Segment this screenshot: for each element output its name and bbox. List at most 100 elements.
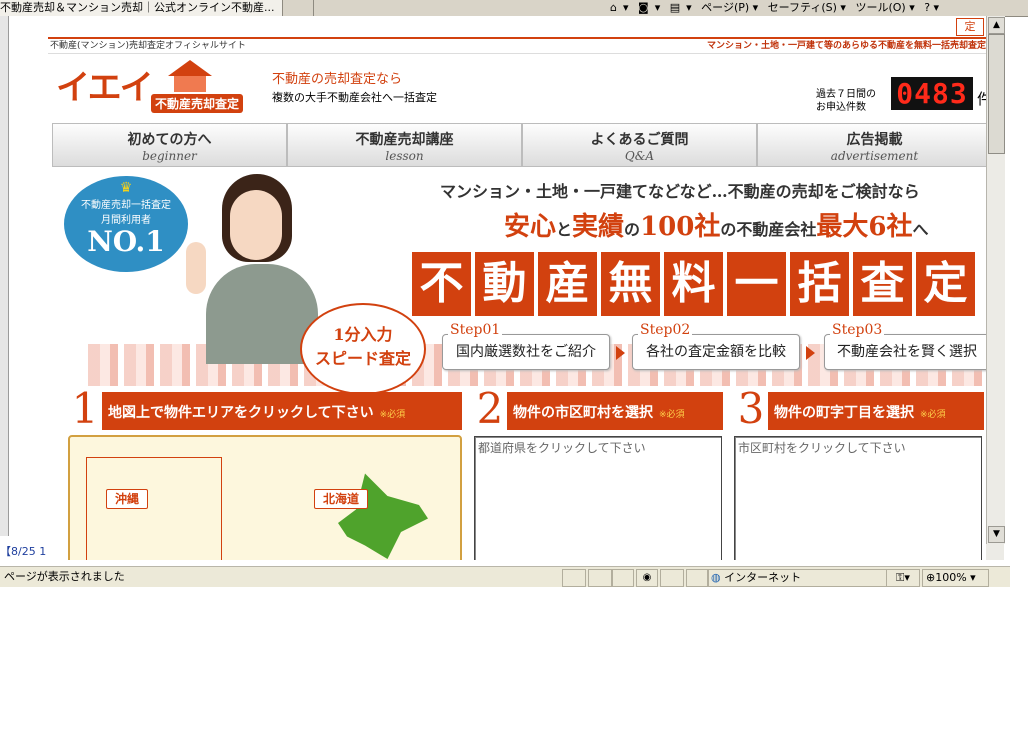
scroll-down-icon[interactable]: ▼ bbox=[988, 526, 1005, 543]
banner-char: 不 bbox=[412, 252, 471, 316]
headline-secondary: 安心と実績の100社の不動産会社最大6社へ bbox=[504, 206, 928, 243]
nav-item-label: よくあるご質問 bbox=[590, 132, 689, 148]
no1-badge: ♛ 不動産売却一括査定 月間利用者 NO.1 bbox=[64, 176, 188, 272]
outer-window-text: 【8/25 1 bbox=[0, 545, 47, 558]
rss-icon[interactable]: ◙ bbox=[638, 1, 649, 14]
application-counter: 0483 bbox=[891, 77, 973, 110]
section-number: 1 bbox=[68, 388, 102, 430]
headline-word: と bbox=[556, 220, 573, 239]
house-body-icon bbox=[174, 76, 206, 92]
section-title-text: 地図上で物件エリアをクリックして下さい bbox=[108, 405, 374, 421]
site-topbar-right: マンション・土地・一戸建て等のあらゆる不動産を無料一括売却査定 bbox=[706, 41, 986, 51]
outer-window-edge bbox=[0, 16, 9, 536]
section-3-header: 3 物件の町字丁目を選択 ※必須 bbox=[734, 388, 984, 430]
speed-assessment-badge: 1分入力 スピード査定 bbox=[300, 303, 426, 395]
zone-label: インターネット bbox=[724, 571, 802, 584]
main-nav: 初めての方へ beginner 不動産売却講座 lesson よくあるご質問 Q… bbox=[52, 123, 986, 167]
page-menu[interactable]: ページ(P) ▾ bbox=[701, 1, 758, 14]
browser-tab-title: 不動産売却＆マンション売却｜公式オンライン不動産... bbox=[0, 1, 275, 14]
rss-menu-chevron-icon[interactable]: ▾ bbox=[655, 1, 661, 14]
status-cell bbox=[660, 569, 684, 587]
step-label: Step03 bbox=[830, 322, 885, 338]
status-cell bbox=[686, 569, 708, 587]
nav-item-label: 初めての方へ bbox=[127, 132, 212, 148]
pref-hokkaido-button[interactable]: 北海道 bbox=[314, 489, 369, 509]
home-icon[interactable]: ⌂ bbox=[610, 1, 617, 14]
protected-mode-icon[interactable]: ⚿▾ bbox=[886, 569, 920, 587]
crown-icon: ♛ bbox=[119, 180, 133, 196]
nav-item-label: 不動産売却講座 bbox=[355, 132, 454, 148]
badge-line1: 不動産売却一括査定 bbox=[81, 200, 171, 211]
browser-tab-active[interactable]: 不動産売却＆マンション売却｜公式オンライン不動産... bbox=[0, 0, 283, 16]
nav-item-advertisement[interactable]: 広告掲載 advertisement bbox=[757, 123, 986, 167]
security-zone[interactable]: ◍ インターネット bbox=[708, 569, 888, 587]
status-cell bbox=[588, 569, 612, 587]
section-title: 地図上で物件エリアをクリックして下さい ※必須 bbox=[108, 402, 405, 422]
right-side-tab[interactable]: 定 bbox=[956, 18, 984, 36]
site-logo[interactable]: イエイ 不動産売却査定 bbox=[56, 60, 256, 120]
nav-item-beginner[interactable]: 初めての方へ beginner bbox=[52, 123, 287, 167]
house-roof-icon bbox=[168, 60, 212, 76]
globe-icon: ◍ bbox=[711, 571, 721, 584]
free-assessment-banner: 不 動 産 無 料 一 括 査 定 bbox=[412, 252, 986, 316]
arrow-right-icon bbox=[806, 346, 815, 360]
banner-char: 査 bbox=[853, 252, 912, 316]
hokkaido-map-shape[interactable] bbox=[338, 473, 428, 559]
home-menu-chevron-icon[interactable]: ▾ bbox=[623, 1, 629, 14]
city-select-list[interactable]: 都道府県をクリックして下さい bbox=[474, 436, 722, 560]
banner-char: 一 bbox=[727, 252, 786, 316]
banner-char: 料 bbox=[664, 252, 723, 316]
section-title-text: 物件の町字丁目を選択 bbox=[774, 405, 914, 421]
site-topbar: 不動産(マンション)売却査定オフィシャルサイト マンション・土地・一戸建て等のあ… bbox=[48, 37, 986, 54]
step-text: 国内厳選数社をご紹介 bbox=[442, 334, 610, 370]
site-topbar-left: 不動産(マンション)売却査定オフィシャルサイト bbox=[50, 41, 246, 51]
zoom-level: 100% bbox=[935, 571, 967, 584]
print-icon[interactable]: ▤ bbox=[670, 1, 680, 14]
headline-word: 100社 bbox=[640, 212, 721, 242]
privacy-icon[interactable]: ◉ bbox=[636, 569, 658, 587]
section-1-header: 1 地図上で物件エリアをクリックして下さい ※必須 bbox=[68, 388, 462, 430]
help-menu[interactable]: ? ▾ bbox=[924, 1, 939, 14]
browser-status-bar: ページが表示されました ◉ ◍ インターネット ⚿▾ ⊕100% ▾ bbox=[0, 566, 1010, 587]
print-menu-chevron-icon[interactable]: ▾ bbox=[686, 1, 692, 14]
tagline-primary: 不動産の売却査定なら bbox=[272, 72, 403, 87]
safety-menu[interactable]: セーフティ(S) ▾ bbox=[768, 1, 846, 14]
headline-word: 安心 bbox=[504, 212, 557, 242]
nav-item-lesson[interactable]: 不動産売却講座 lesson bbox=[287, 123, 522, 167]
nav-item-faq[interactable]: よくあるご質問 Q&A bbox=[522, 123, 757, 167]
arrow-right-icon bbox=[616, 346, 625, 360]
step-label: Step01 bbox=[448, 322, 503, 338]
tagline-secondary: 複数の大手不動産会社へ一括査定 bbox=[272, 91, 437, 104]
headline-word: へ bbox=[912, 220, 929, 239]
status-cell bbox=[612, 569, 634, 587]
step-03: 不動産会社を賢く選択 Step03 bbox=[824, 322, 986, 370]
scroll-up-icon[interactable]: ▲ bbox=[988, 17, 1005, 34]
tools-menu[interactable]: ツール(O) ▾ bbox=[855, 1, 914, 14]
banner-char: 括 bbox=[790, 252, 849, 316]
step-text: 不動産会社を賢く選択 bbox=[824, 334, 986, 370]
headline-word: 実績 bbox=[572, 212, 625, 242]
headline-word: の不動産会社 bbox=[720, 220, 817, 239]
required-mark: ※必須 bbox=[659, 410, 685, 420]
town-select-list[interactable]: 市区町村をクリックして下さい bbox=[734, 436, 982, 560]
step-01: 国内厳選数社をご紹介 Step01 bbox=[442, 322, 632, 370]
section-title: 物件の市区町村を選択 ※必須 bbox=[513, 402, 685, 422]
vertical-scrollbar[interactable]: ▲ ▼ bbox=[986, 16, 1005, 544]
nav-item-sublabel: advertisement bbox=[830, 149, 919, 163]
town-select-placeholder: 市区町村をクリックして下さい bbox=[738, 441, 906, 455]
nav-item-label: 広告掲載 bbox=[846, 132, 903, 148]
section-number: 2 bbox=[473, 388, 507, 430]
zoom-control[interactable]: ⊕100% ▾ bbox=[922, 569, 989, 587]
badge-line2: 月間利用者 bbox=[101, 215, 151, 226]
pref-okinawa-button[interactable]: 沖縄 bbox=[106, 489, 149, 509]
scroll-thumb[interactable] bbox=[988, 34, 1005, 154]
speed-line1: 1分入力 bbox=[333, 325, 393, 344]
headline-word: の bbox=[624, 220, 641, 239]
browser-new-tab[interactable] bbox=[283, 0, 314, 16]
logo-text: イエイ bbox=[56, 68, 154, 108]
nav-item-sublabel: Q&A bbox=[624, 149, 655, 163]
banner-char: 無 bbox=[601, 252, 660, 316]
browser-command-bar: ⌂ ▾ ◙ ▾ ▤ ▾ ページ(P) ▾ セーフティ(S) ▾ ツール(O) ▾ ? … bbox=[610, 0, 1010, 16]
prefecture-map[interactable]: 沖縄 北海道 bbox=[68, 435, 462, 560]
step-text: 各社の査定金額を比較 bbox=[632, 334, 800, 370]
